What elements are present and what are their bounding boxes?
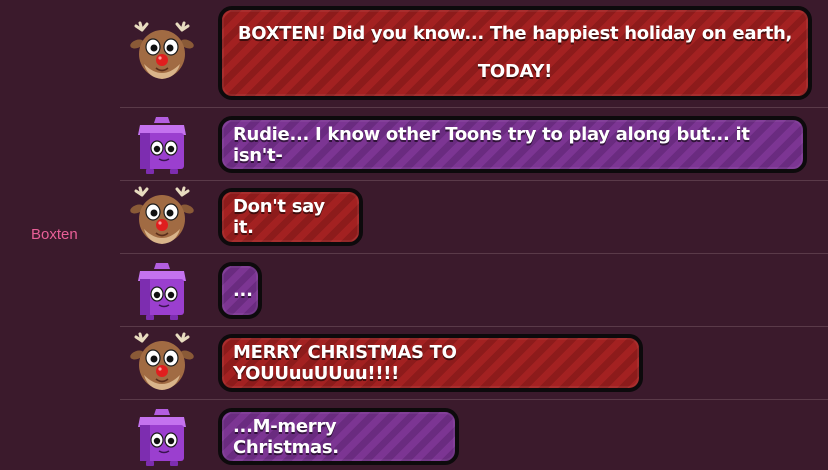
purple-box-icon — [130, 259, 194, 323]
message-text: Rudie... I know other Toons try to play … — [233, 123, 750, 166]
chat-message: MERRY CHRISTMAS TO YOUUuuUUuu!!!! — [120, 326, 828, 400]
chat-message: Rudie... I know other Toons try to play … — [120, 107, 828, 181]
message-bubble: ... — [218, 262, 262, 319]
message-text: MERRY CHRISTMAS TO YOUUuuUUuu!!!! — [233, 342, 457, 384]
username-label: Boxten — [31, 226, 78, 243]
chat-message: BOXTEN! Did you know... The happiest hol… — [120, 0, 828, 107]
reindeer-icon — [130, 331, 194, 395]
message-bubble: BOXTEN! Did you know... The happiest hol… — [218, 6, 812, 100]
message-text: Don't say it. — [233, 196, 325, 238]
reindeer-icon — [130, 20, 194, 84]
chat-message: ... — [120, 253, 828, 327]
message-text: ... — [233, 280, 253, 301]
chat-message: Don't say it. — [120, 180, 828, 254]
message-bubble: ...M-merry Christmas. — [218, 408, 459, 465]
reindeer-icon — [130, 185, 194, 249]
purple-box-icon — [130, 113, 194, 177]
message-text: ...M-merry Christmas. — [233, 415, 339, 458]
message-text: BOXTEN! Did you know... The happiest hol… — [237, 23, 793, 82]
message-bubble: MERRY CHRISTMAS TO YOUUuuUUuu!!!! — [218, 334, 643, 392]
message-bubble: Rudie... I know other Toons try to play … — [218, 116, 807, 173]
chat-message: ...M-merry Christmas. — [120, 399, 828, 470]
message-bubble: Don't say it. — [218, 188, 363, 246]
purple-box-icon — [130, 405, 194, 469]
